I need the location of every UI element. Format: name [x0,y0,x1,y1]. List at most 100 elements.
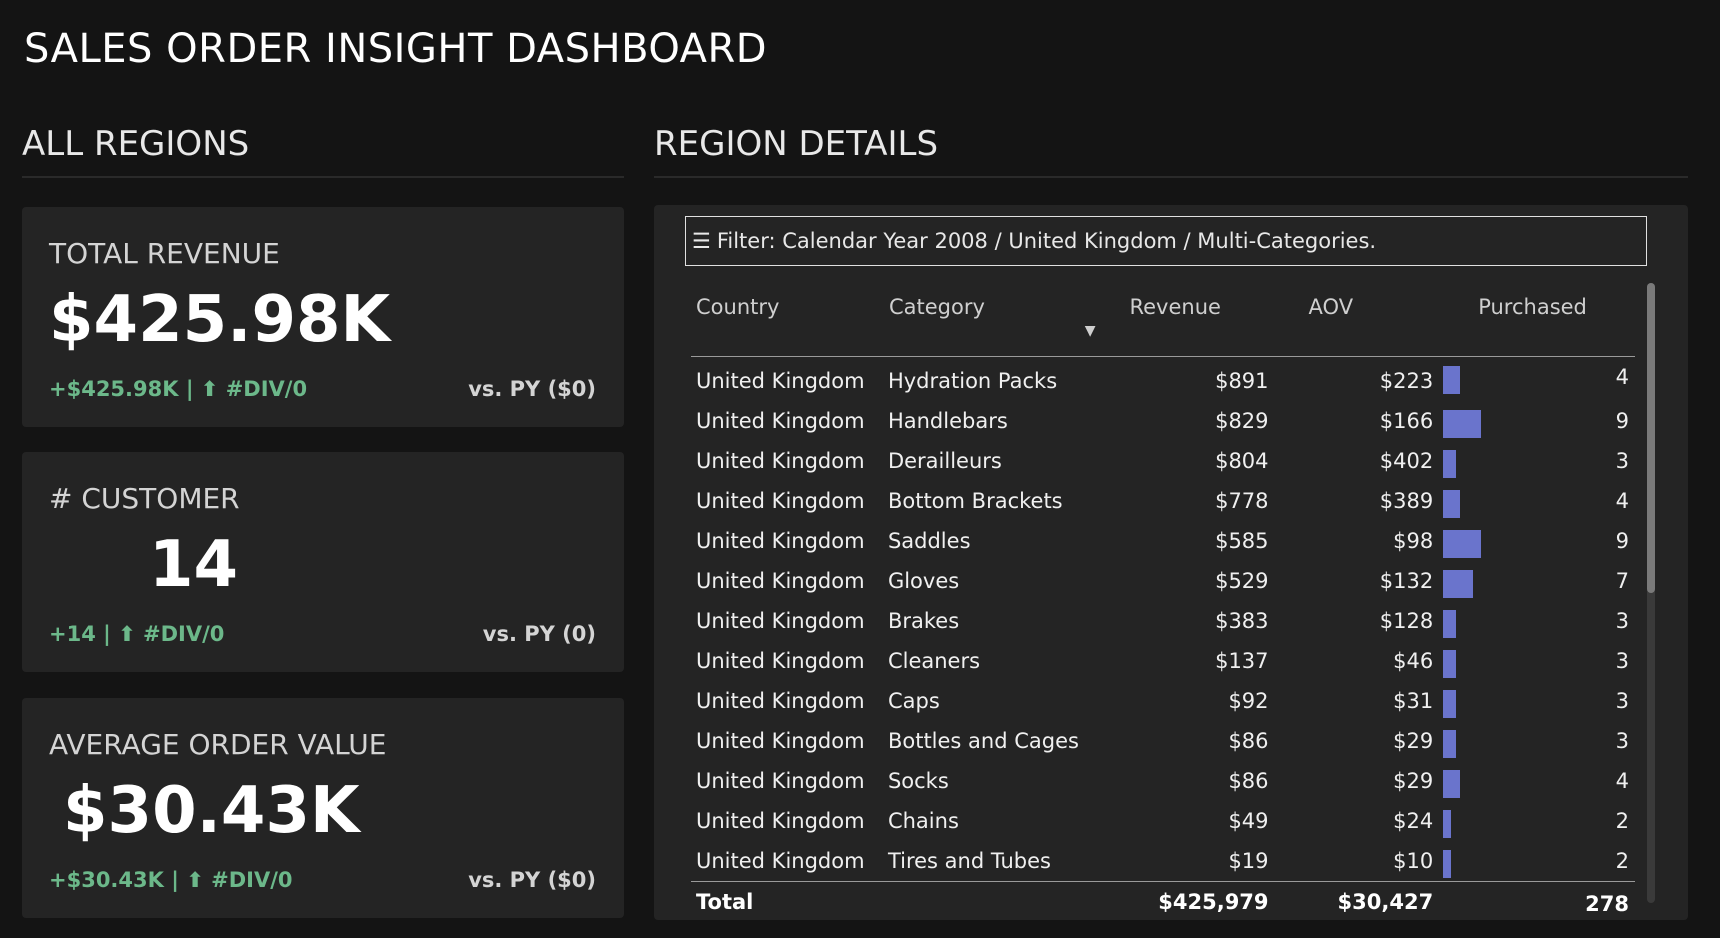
cell-purchased-value: 2 [1615,809,1629,833]
table-row[interactable]: United Kingdom Caps $92 $31 3 [691,681,1635,721]
cell-purchased-value: 4 [1615,365,1629,389]
card-vs-previous-year: vs. PY ($0) [468,868,596,892]
cell-category: Socks [887,769,949,793]
cell-country: United Kingdom [696,769,865,793]
cell-aov: $29 [1393,729,1434,753]
purchased-data-bar [1443,690,1457,718]
purchased-data-bar [1443,650,1457,678]
cell-category: Cleaners [887,649,981,673]
cell-purchased: 3 [1433,721,1635,761]
cell-revenue: $804 [1215,449,1269,473]
purchased-data-bar [1443,366,1461,394]
purchased-data-bar [1443,730,1457,758]
total-revenue: $425,979 [1101,881,1269,922]
header-category-label: Category [888,295,985,319]
cell-purchased: 3 [1433,681,1635,721]
table-row[interactable]: United Kingdom Bottom Brackets $778 $389 4 [691,481,1635,521]
cell-country: United Kingdom [696,649,865,673]
cell-purchased-value: 4 [1615,489,1629,513]
table-row[interactable]: United Kingdom Chains $49 $24 2 [691,801,1635,841]
table-row[interactable]: United Kingdom Socks $86 $29 4 [691,761,1635,801]
table-row[interactable]: United Kingdom Hydration Packs $891 $223 4 [691,357,1635,402]
table-scrollbar[interactable] [1647,283,1655,903]
cell-revenue: $891 [1215,369,1269,393]
cell-country: United Kingdom [696,569,865,593]
cell-aov: $389 [1379,489,1434,513]
total-aov: $30,427 [1268,881,1434,922]
cell-purchased: 9 [1433,401,1635,441]
cell-purchased: 9 [1433,521,1635,561]
cell-aov: $98 [1393,529,1434,553]
table-header-row: Country Category ▼ Revenue AOV Purchased [691,283,1635,357]
filter-bar[interactable]: ☰ Filter: Calendar Year 2008 / United Kin… [685,216,1647,266]
average-order-value-card: AVERAGE ORDER VALUE $30.43K +$30.43K | ⬆… [22,698,624,918]
card-value: $30.43K [63,774,360,848]
header-revenue[interactable]: Revenue [1101,283,1269,357]
header-category[interactable]: Category ▼ [887,283,1102,357]
cell-revenue: $383 [1215,609,1269,633]
cell-purchased: 3 [1433,441,1635,481]
table-total-row: Total $425,979 $30,427 278 [691,881,1635,922]
cell-category: Gloves [887,569,960,593]
table-row[interactable]: United Kingdom Handlebars $829 $166 9 [691,401,1635,441]
card-delta: +14 | ⬆ #DIV/0 [49,622,225,646]
header-aov[interactable]: AOV [1268,283,1434,357]
cell-category: Saddles [887,529,971,553]
purchased-data-bar [1443,490,1461,518]
cell-aov: $29 [1393,769,1434,793]
cell-revenue: $19 [1228,849,1269,873]
cell-aov: $128 [1379,609,1434,633]
cell-revenue: $137 [1215,649,1269,673]
dashboard-title: SALES ORDER INSIGHT DASHBOARD [24,26,768,72]
cell-country: United Kingdom [696,489,865,513]
purchased-data-bar [1443,810,1452,838]
header-purchased[interactable]: Purchased [1433,283,1635,357]
cell-aov: $46 [1393,649,1434,673]
cell-country: United Kingdom [696,809,865,833]
cell-country: United Kingdom [696,689,865,713]
cell-purchased-value: 9 [1615,409,1629,433]
cell-purchased: 7 [1433,561,1635,601]
table-row[interactable]: United Kingdom Derailleurs $804 $402 3 [691,441,1635,481]
cell-purchased-value: 4 [1615,769,1629,793]
cell-country: United Kingdom [696,449,865,473]
cell-category: Handlebars [887,409,1008,433]
table-row[interactable]: United Kingdom Bottles and Cages $86 $29 3 [691,721,1635,761]
cell-purchased-value: 2 [1615,849,1629,873]
cell-aov: $223 [1379,369,1434,393]
cell-aov: $132 [1379,569,1434,593]
cell-category: Hydration Packs [887,369,1058,393]
cell-category: Chains [887,809,959,833]
purchased-data-bar [1443,850,1452,878]
cell-aov: $31 [1393,689,1434,713]
cell-revenue: $778 [1215,489,1269,513]
cell-country: United Kingdom [696,369,865,393]
table-row[interactable]: United Kingdom Gloves $529 $132 7 [691,561,1635,601]
hamburger-icon: ☰ [692,229,711,253]
table-row[interactable]: United Kingdom Saddles $585 $98 9 [691,521,1635,561]
table-row[interactable]: United Kingdom Brakes $383 $128 3 [691,601,1635,641]
cell-category: Tires and Tubes [887,849,1052,873]
card-vs-previous-year: vs. PY (0) [482,622,596,646]
sort-descending-icon[interactable]: ▼ [1085,323,1096,339]
cell-revenue: $49 [1228,809,1269,833]
cell-purchased: 2 [1433,841,1635,882]
scrollbar-thumb[interactable] [1647,283,1655,593]
purchased-data-bar [1443,450,1457,478]
cell-country: United Kingdom [696,729,865,753]
table-row[interactable]: United Kingdom Tires and Tubes $19 $10 2 [691,841,1635,882]
card-vs-previous-year: vs. PY ($0) [468,377,596,401]
cell-category: Derailleurs [887,449,1002,473]
cell-country: United Kingdom [696,609,865,633]
cell-revenue: $529 [1215,569,1269,593]
card-delta: +$30.43K | ⬆ #DIV/0 [49,868,293,892]
purchased-data-bar [1443,530,1482,558]
header-country[interactable]: Country [691,283,888,357]
cell-category: Bottom Brackets [887,489,1063,513]
total-label: Total [691,881,888,922]
cell-purchased-value: 7 [1615,569,1629,593]
cell-purchased: 2 [1433,801,1635,841]
purchased-data-bar [1443,610,1457,638]
table-row[interactable]: United Kingdom Cleaners $137 $46 3 [691,641,1635,681]
cell-aov: $166 [1379,409,1434,433]
